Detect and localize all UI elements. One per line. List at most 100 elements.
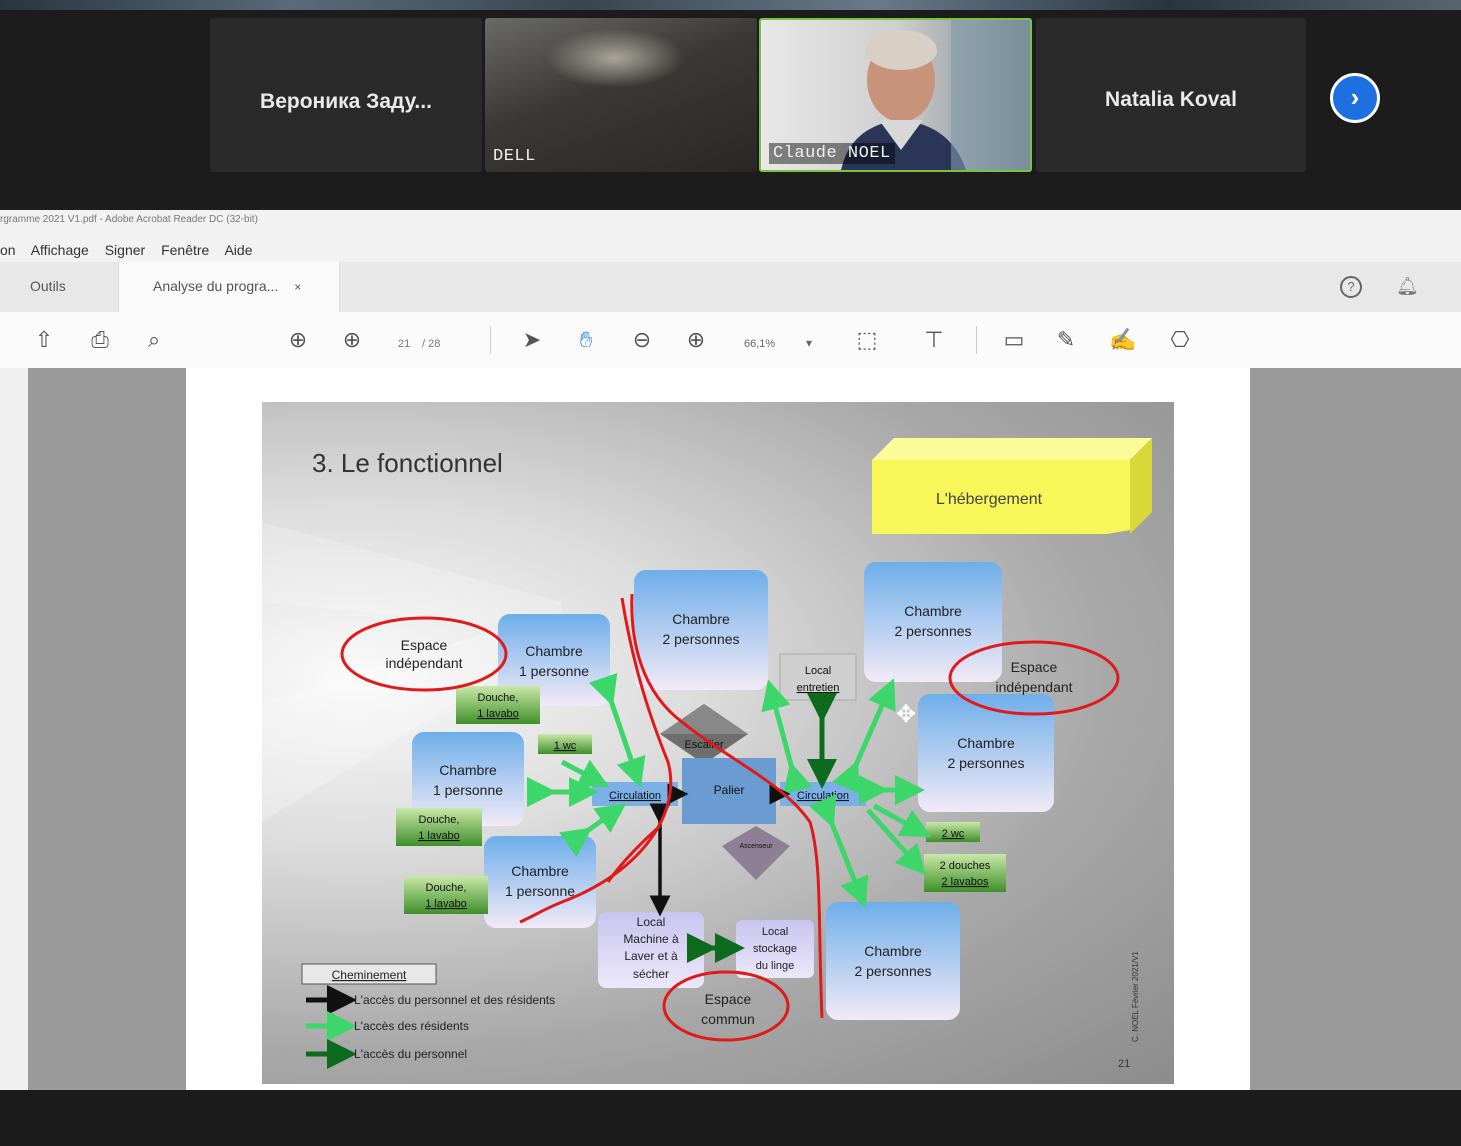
svg-text:sécher: sécher bbox=[633, 967, 669, 981]
legend: Cheminement L'accès du personnel et des … bbox=[301, 963, 555, 1069]
menu-item-edition[interactable]: on bbox=[0, 242, 16, 258]
bell-icon[interactable]: 🔔︎ bbox=[1396, 276, 1419, 297]
tab-document-label: Analyse du progra... bbox=[153, 278, 279, 294]
zoom-bottom-bar bbox=[0, 1090, 1461, 1146]
menu-bar: on Affichage Signer Fenêtre Aide bbox=[0, 242, 264, 258]
local-machine: Local Machine à Laver et à sécher bbox=[598, 912, 704, 988]
slide-diagram: 3. Le fonctionnel L'hébergement Chambre … bbox=[262, 438, 1152, 1070]
room-c1-bot: Chambre 1 personne bbox=[484, 836, 596, 928]
room-label: Chambre bbox=[904, 603, 962, 619]
svg-text:1 lavabo: 1 lavabo bbox=[418, 830, 460, 842]
svg-text:Laver et à: Laver et à bbox=[624, 949, 678, 963]
svg-text:Douche,: Douche, bbox=[478, 692, 519, 704]
slide-title: 3. Le fonctionnel bbox=[312, 448, 503, 478]
room-label: 1 personne bbox=[505, 883, 575, 899]
local-stockage: Local stockage du linge bbox=[736, 920, 814, 978]
zoom-in-icon[interactable]: ⊕ bbox=[682, 326, 710, 354]
tab-document[interactable]: Analyse du progra... × bbox=[118, 262, 340, 312]
upload-icon[interactable]: ⇧ bbox=[30, 326, 58, 354]
svg-text:Douche,: Douche, bbox=[426, 882, 467, 894]
chevron-down-icon[interactable]: ▾ bbox=[806, 336, 812, 350]
participant-name: Вероника Заду... bbox=[260, 90, 432, 113]
zoom-strip-top-edge bbox=[0, 0, 1461, 10]
comment-icon[interactable]: ▭ bbox=[1000, 326, 1028, 354]
help-icon[interactable]: ? bbox=[1340, 276, 1362, 298]
espace-commun-label: commun bbox=[701, 1011, 755, 1027]
pen-icon[interactable]: ✎ bbox=[1052, 326, 1080, 354]
page-current[interactable]: 21 bbox=[398, 338, 410, 350]
sign-icon[interactable]: ✍ bbox=[1106, 326, 1140, 354]
espace-commun-label: Espace bbox=[705, 991, 752, 1007]
svg-text:Ascenseur: Ascenseur bbox=[739, 843, 773, 850]
svg-text:Circulation: Circulation bbox=[797, 790, 849, 802]
next-participants-button[interactable]: › bbox=[1330, 73, 1380, 123]
svg-text:2 douches: 2 douches bbox=[940, 860, 991, 872]
svg-text:2 wc: 2 wc bbox=[942, 828, 965, 840]
menu-item-affichage[interactable]: Affichage bbox=[31, 242, 89, 258]
hand-tool-icon[interactable]: ✋︎ bbox=[572, 326, 600, 354]
window-title: rgramme 2021 V1.pdf - Adobe Acrobat Read… bbox=[0, 214, 258, 225]
move-cursor-icon: ✥ bbox=[896, 701, 917, 728]
page-up-icon[interactable]: ⊕ bbox=[284, 326, 312, 354]
room-label: 1 personne bbox=[519, 663, 589, 679]
douche-top: Douche, 1 lavabo bbox=[456, 686, 540, 724]
page-total: / 28 bbox=[422, 338, 441, 350]
left-pane-edge bbox=[0, 368, 28, 1090]
tab-bar: Outils Analyse du progra... × ? 🔔︎ bbox=[0, 262, 1461, 313]
fit-page-icon[interactable]: ⬚ bbox=[850, 326, 884, 354]
slide-page-number: 21 bbox=[1118, 1058, 1130, 1070]
svg-text:Local: Local bbox=[805, 665, 831, 677]
participant-name: DELL bbox=[493, 147, 536, 166]
select-cursor-icon[interactable]: ➤ bbox=[518, 326, 546, 354]
copyright: C. NOEL Février 2021/V1 bbox=[1131, 951, 1140, 1042]
douches-right: 2 douches 2 lavabos bbox=[924, 854, 1006, 892]
svg-text:Local: Local bbox=[637, 915, 666, 929]
svg-text:Circulation: Circulation bbox=[609, 790, 661, 802]
participant-name: Claude NOEL bbox=[769, 143, 895, 164]
palier: Palier bbox=[682, 758, 776, 824]
wc-right: 2 wc bbox=[926, 822, 980, 842]
svg-text:Palier: Palier bbox=[714, 783, 745, 797]
room-label: Chambre bbox=[957, 735, 1015, 751]
stamp-icon[interactable]: ⎔ bbox=[1164, 326, 1196, 354]
espace-right-label: Espace bbox=[1011, 659, 1058, 675]
menu-item-aide[interactable]: Aide bbox=[224, 242, 252, 258]
participant-tile-dell[interactable]: DELL bbox=[485, 18, 757, 172]
room-label: 2 personnes bbox=[894, 623, 971, 639]
wc-left: 1 wc bbox=[538, 734, 592, 754]
svg-text:1 lavabo: 1 lavabo bbox=[425, 898, 467, 910]
search-icon[interactable]: ⌕ bbox=[140, 326, 168, 354]
zoom-out-icon[interactable]: ⊖ bbox=[628, 326, 656, 354]
toolbar-divider bbox=[490, 326, 491, 354]
participant-tile-veronika[interactable]: Вероника Заду... bbox=[210, 18, 482, 172]
legend-item: L'accès du personnel bbox=[354, 1047, 467, 1061]
local-entretien: Local entretien bbox=[779, 653, 857, 701]
svg-text:1 wc: 1 wc bbox=[554, 740, 577, 752]
menu-item-signer[interactable]: Signer bbox=[105, 242, 145, 258]
menu-item-fenetre[interactable]: Fenêtre bbox=[161, 242, 209, 258]
toolbar: ⇧ ⎙ ⌕ ⊕ ⊕ 21 / 28 ➤ ✋︎ ⊖ ⊕ 66,1% ▾ ⬚ ⊤ ▭… bbox=[0, 312, 1461, 369]
participant-tile-natalia[interactable]: Natalia Koval bbox=[1036, 18, 1306, 172]
slide: 3. Le fonctionnel L'hébergement Chambre … bbox=[262, 402, 1174, 1084]
room-label: 2 personnes bbox=[662, 631, 739, 647]
room-label: Chambre bbox=[525, 643, 583, 659]
video-feed bbox=[545, 28, 685, 88]
hebergement-label: L'hébergement bbox=[936, 491, 1043, 508]
legend-title: Cheminement bbox=[332, 968, 407, 982]
room-label: 1 personne bbox=[433, 782, 503, 798]
page-down-icon[interactable]: ⊕ bbox=[338, 326, 366, 354]
espace-left-label: indépendant bbox=[385, 655, 462, 671]
room-c2-topright: Chambre 2 personnes bbox=[864, 562, 1002, 682]
room-label: Chambre bbox=[864, 943, 922, 959]
tab-close-icon[interactable]: × bbox=[294, 280, 301, 294]
douche-bot: Douche, 1 lavabo bbox=[404, 876, 488, 914]
print-icon[interactable]: ⎙ bbox=[86, 326, 114, 354]
zoom-level-dropdown[interactable]: 66,1% bbox=[744, 338, 775, 350]
room-label: Chambre bbox=[439, 762, 497, 778]
participant-tile-claude-noel[interactable]: Claude NOEL bbox=[759, 18, 1032, 172]
room-c2-bot: Chambre 2 personnes bbox=[826, 902, 960, 1020]
room-c2-top: Chambre 2 personnes bbox=[634, 570, 768, 690]
tab-tools[interactable]: Outils bbox=[30, 262, 66, 312]
room-c2-right: Chambre 2 personnes bbox=[918, 694, 1054, 812]
scroll-mode-icon[interactable]: ⊤ bbox=[920, 326, 948, 354]
